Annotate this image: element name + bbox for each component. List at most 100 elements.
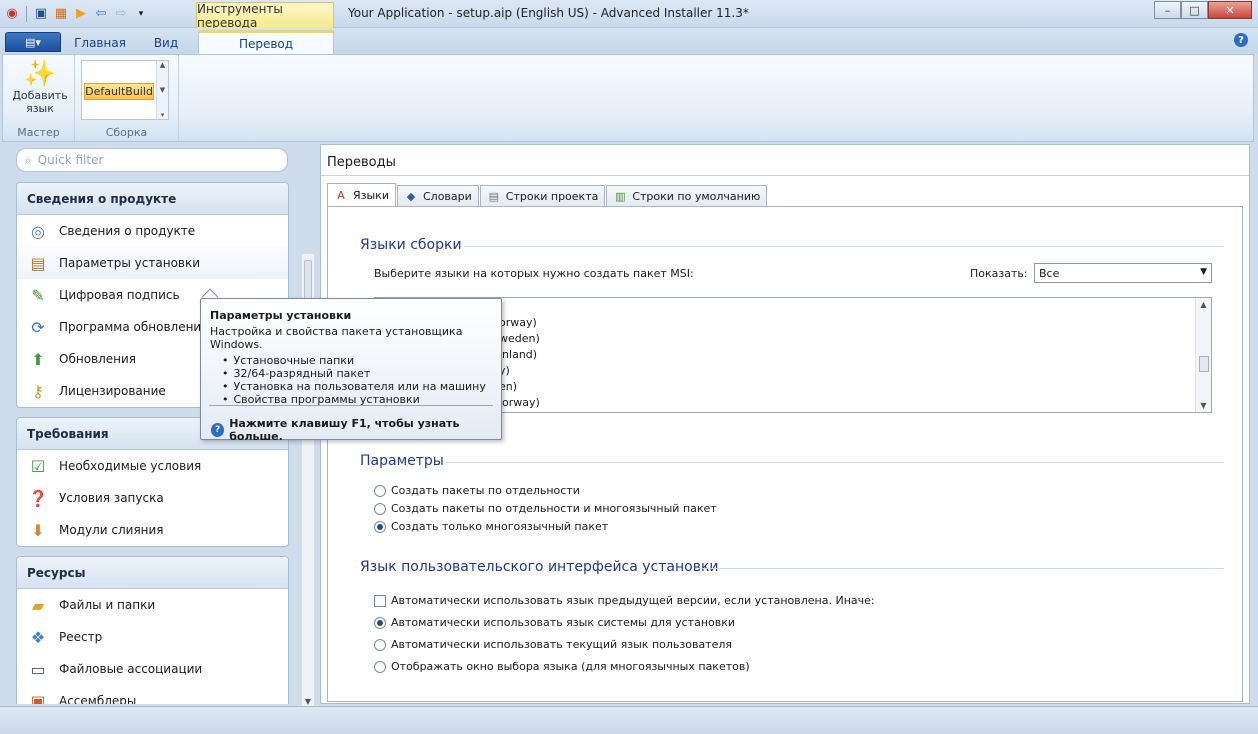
radio-user-language[interactable]: Автоматически использовать текущий язык … (374, 638, 732, 651)
scrollbar-thumb[interactable] (1199, 356, 1209, 372)
show-filter-dropdown[interactable]: Все ▼ (1034, 263, 1212, 283)
radio-multilingual-only[interactable]: Создать только многоязычный пакет (374, 520, 608, 533)
product-details-icon: ◎ (31, 221, 45, 241)
install-parameters-icon: ▤ (30, 253, 46, 273)
maximize-button[interactable]: □ (1181, 1, 1208, 19)
tab-home[interactable]: Главная (68, 32, 132, 54)
tab-label: Языки (353, 189, 389, 202)
save-icon[interactable]: ▣ (33, 6, 49, 22)
updater-icon: ⟳ (31, 317, 45, 337)
radio-separate-packages[interactable]: Создать пакеты по отдельности (374, 484, 580, 497)
build-languages-title: Языки сборки (360, 237, 462, 253)
nav-item-product-details[interactable]: ◎ Сведения о продукте (17, 215, 288, 247)
section-header[interactable]: Сведения о продукте (17, 183, 288, 215)
expand-gallery-icon[interactable]: ▾ (161, 111, 165, 119)
launch-conditions-icon: ❓ (28, 488, 48, 508)
upgrades-icon: ⬆ (31, 349, 45, 369)
nav-item-merge-modules[interactable]: ⬇ Модули слияния (17, 514, 288, 546)
tab-languages[interactable]: A Языки (327, 183, 396, 207)
add-language-button[interactable]: ✨ Добавить язык (9, 59, 71, 123)
nav-item-prerequisites[interactable]: ☑ Необходимые условия (17, 450, 288, 482)
checkbox-previous-version-language[interactable]: Автоматически использовать язык предыдущ… (374, 594, 875, 607)
nav-item-assemblies[interactable]: ▣ Ассемблеры (17, 685, 288, 705)
app-icon[interactable]: ◉ (4, 6, 20, 22)
tab-translation[interactable]: Перевод (198, 30, 334, 54)
application-menu-button[interactable]: ▤▾ (5, 32, 61, 52)
scroll-up-icon[interactable]: ▲ (1200, 300, 1206, 309)
tab-view[interactable]: Вид (140, 32, 192, 54)
nav-item-label: Цифровая подпись (59, 288, 180, 302)
forward-icon[interactable]: ⇨ (113, 6, 129, 22)
scroll-down-icon[interactable]: ▼ (305, 697, 311, 706)
minimize-button[interactable]: – (1154, 1, 1181, 19)
build-gallery[interactable]: DefaultBuild ▲ ▼ ▾ (81, 60, 169, 120)
nav-item-registry[interactable]: ❖ Реестр (17, 621, 288, 653)
search-icon: ⌕ (25, 152, 32, 167)
tab-label: Строки по умолчанию (632, 190, 761, 203)
back-icon[interactable]: ⇦ (93, 6, 109, 22)
licensing-icon: ⚷ (32, 381, 44, 401)
run-icon[interactable]: ▶ (73, 6, 89, 22)
nav-item-install-parameters[interactable]: ▤ Параметры установки (17, 247, 288, 279)
ribbon-body: ✨ Добавить язык Мастер DefaultBuild ▲ ▼ … (2, 54, 1254, 142)
ribbon-group-label: Сборка (105, 126, 148, 139)
tooltip-bullet: Установка на пользователя или на машину (222, 380, 492, 393)
radio-label: Создать пакеты по отдельности и многоязы… (391, 502, 717, 515)
tab-dictionaries[interactable]: ◆ Словари (396, 185, 479, 207)
list-item[interactable]: orway) (499, 316, 537, 329)
radio-button[interactable] (374, 616, 386, 629)
tab-default-strings[interactable]: ▥ Строки по умолчанию (606, 185, 768, 207)
radio-language-selection-dialog[interactable]: Отображать окно выбора языка (для многоя… (374, 660, 750, 673)
build-gallery-scroll[interactable]: ▲ ▼ ▾ (156, 61, 168, 119)
nav-item-launch-conditions[interactable]: ❓ Условия запуска (17, 482, 288, 514)
magic-wand-icon: ✨ (23, 59, 57, 89)
radio-button[interactable] (374, 502, 386, 515)
radio-label: Отображать окно выбора языка (для многоя… (391, 660, 750, 673)
customize-icon[interactable]: ▾ (133, 6, 149, 22)
quick-filter-input[interactable] (37, 153, 268, 167)
quick-filter[interactable]: ⌕ (16, 148, 288, 172)
default-strings-icon: ▥ (615, 190, 626, 203)
divider (698, 568, 1224, 569)
languages-list-scrollbar[interactable]: ▲ ▼ (1195, 298, 1211, 412)
select-languages-label: Выберите языки на которых нужно создать … (374, 267, 694, 280)
title-bar: ◉ ▣ ▦ ▶ ⇦ ⇨ ▾ Инструменты перевода Your … (0, 0, 1258, 30)
divider (321, 175, 1249, 176)
merge-modules-icon: ⬇ (31, 520, 45, 540)
dictionary-icon: ◆ (406, 190, 416, 203)
radio-button[interactable] (374, 660, 386, 673)
section-header[interactable]: Ресурсы (17, 557, 288, 589)
tooltip-bullet-list: Установочные папки 32/64-разрядный пакет… (210, 354, 492, 406)
ribbon-group-build: DefaultBuild ▲ ▼ ▾ Сборка (75, 55, 179, 141)
radio-button[interactable] (374, 484, 386, 497)
files-folders-icon: ▰ (31, 595, 45, 615)
tooltip-footer-text: Нажмите клавишу F1, чтобы узнать больше. (229, 417, 460, 443)
radio-button[interactable] (374, 638, 386, 651)
build-item-default[interactable]: DefaultBuild (84, 83, 154, 100)
list-item[interactable]: weden) (499, 332, 540, 345)
nav-item-files-folders[interactable]: ▰ Файлы и папки (17, 589, 288, 621)
tooltip: Параметры установки Настройка и свойства… (200, 298, 502, 443)
document-icon: ▤ (488, 190, 499, 203)
chevron-down-icon[interactable]: ▼ (1200, 267, 1207, 277)
chevron-down-icon[interactable]: ▼ (160, 86, 165, 94)
list-item[interactable]: lorway) (499, 396, 540, 409)
scroll-down-icon[interactable]: ▼ (1200, 401, 1206, 410)
tab-project-strings[interactable]: ▤ Строки проекта (479, 185, 606, 207)
help-icon[interactable]: ? (1234, 33, 1248, 47)
radio-button[interactable] (374, 520, 386, 533)
list-item[interactable]: inland) (499, 348, 537, 361)
checkbox[interactable] (374, 594, 386, 607)
show-filter-value: Все (1039, 266, 1060, 280)
show-filter-label: Показать: (970, 267, 1028, 280)
radio-separate-and-multilingual[interactable]: Создать пакеты по отдельности и многоязы… (374, 502, 717, 515)
close-button[interactable]: ✕ (1208, 1, 1252, 19)
chevron-up-icon[interactable]: ▲ (160, 61, 165, 69)
window-controls: – □ ✕ (1154, 1, 1252, 19)
quick-access-toolbar: ◉ ▣ ▦ ▶ ⇦ ⇨ ▾ (4, 4, 149, 24)
ribbon-group-label: Мастер (17, 126, 60, 139)
build-icon[interactable]: ▦ (53, 6, 69, 22)
tooltip-description: Настройка и свойства пакета установщика … (210, 325, 463, 351)
radio-system-language[interactable]: Автоматически использовать язык системы … (374, 616, 735, 629)
nav-item-file-associations[interactable]: ▭ Файловые ассоциации (17, 653, 288, 685)
